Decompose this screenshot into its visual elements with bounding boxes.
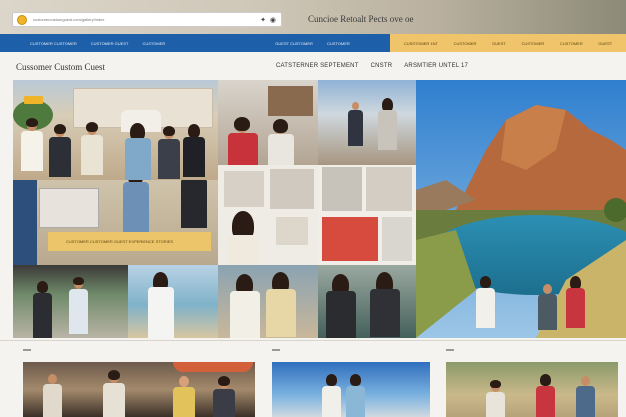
section-divider (0, 340, 626, 341)
beach-photo[interactable] (128, 265, 218, 338)
nav-item[interactable]: CUSTOMER (454, 41, 477, 46)
site-title: Cuncioe Retoalt Pects ove oe (308, 14, 414, 24)
nav-item[interactable]: GUEST (492, 41, 506, 46)
nav-item[interactable]: CUSTOMER GUEST (91, 41, 129, 46)
collage-banner[interactable]: CUSTOMER CUSTOMER GUEST EXPERIENCE STORI… (48, 232, 211, 251)
team-photo[interactable] (318, 265, 416, 338)
address-text[interactable]: customercustomguest.com/gallery/index (33, 17, 260, 22)
classroom-photo[interactable] (218, 80, 318, 165)
main-nav: CUSTOMER CUSTOMER CUSTOMER GUEST CUSTOME… (0, 34, 626, 52)
address-bar[interactable]: customercustomguest.com/gallery/index ✦ … (12, 12, 282, 27)
nav-left: CUSTOMER CUSTOMER CUSTOMER GUEST CUSTOME… (0, 34, 390, 52)
subnav-item[interactable]: CNSTR (371, 63, 393, 69)
campus-photo[interactable] (13, 80, 218, 180)
friends-photo[interactable] (218, 265, 318, 338)
walk-photo[interactable] (13, 265, 128, 338)
site-logo-icon (17, 14, 27, 25)
students-photo[interactable] (13, 180, 218, 265)
city-photo[interactable] (318, 80, 416, 165)
bookmark-icon[interactable]: ✦ ◉ (260, 16, 277, 24)
gallery-tag (24, 96, 43, 104)
top-header: customercustomguest.com/gallery/index ✦ … (0, 0, 626, 34)
canyon-lake-photo[interactable] (416, 80, 626, 338)
nav-item[interactable]: CUSTOMER (142, 41, 165, 46)
nav-item[interactable]: GUEST (598, 41, 612, 46)
nav-item[interactable]: CUSSTOMER 1NT (404, 41, 438, 46)
group-photo[interactable] (318, 165, 416, 265)
nav-right: CUSSTOMER 1NT CUSTOMER GUEST CUSTOMER CU… (390, 34, 626, 52)
page-title: Cussomer Custom Cuest (16, 62, 106, 72)
nav-item[interactable]: GUEST CUSTOMER (275, 41, 313, 46)
landscape-illustration (416, 80, 626, 338)
caption-mark (272, 349, 280, 351)
portraits-photo[interactable] (218, 165, 318, 265)
nav-item[interactable]: CUSTOMER (327, 41, 350, 46)
sub-navigation: CATSTERNER SEPTEMENT CNSTR ARSMTIER UNTE… (276, 63, 468, 69)
photo-collage: CUSTOMER CUSTOMER GUEST EXPERIENCE STORI… (13, 80, 416, 338)
caption-mark (23, 349, 31, 351)
subnav-item[interactable]: ARSMTIER UNTEL 17 (404, 63, 468, 69)
thumbnail-cafe[interactable] (23, 362, 255, 417)
subnav-item[interactable]: CATSTERNER SEPTEMENT (276, 63, 359, 69)
caption-mark (446, 349, 454, 351)
nav-item[interactable]: CUSTOMER (560, 41, 583, 46)
nav-item[interactable]: CUSTOMER CUSTOMER (30, 41, 77, 46)
banner-text: CUSTOMER CUSTOMER GUEST EXPERIENCE STORI… (66, 239, 174, 244)
thumbnail-field[interactable] (446, 362, 618, 417)
thumbnail-sky[interactable] (272, 362, 430, 417)
nav-item[interactable]: CUSTOMER (521, 41, 544, 46)
